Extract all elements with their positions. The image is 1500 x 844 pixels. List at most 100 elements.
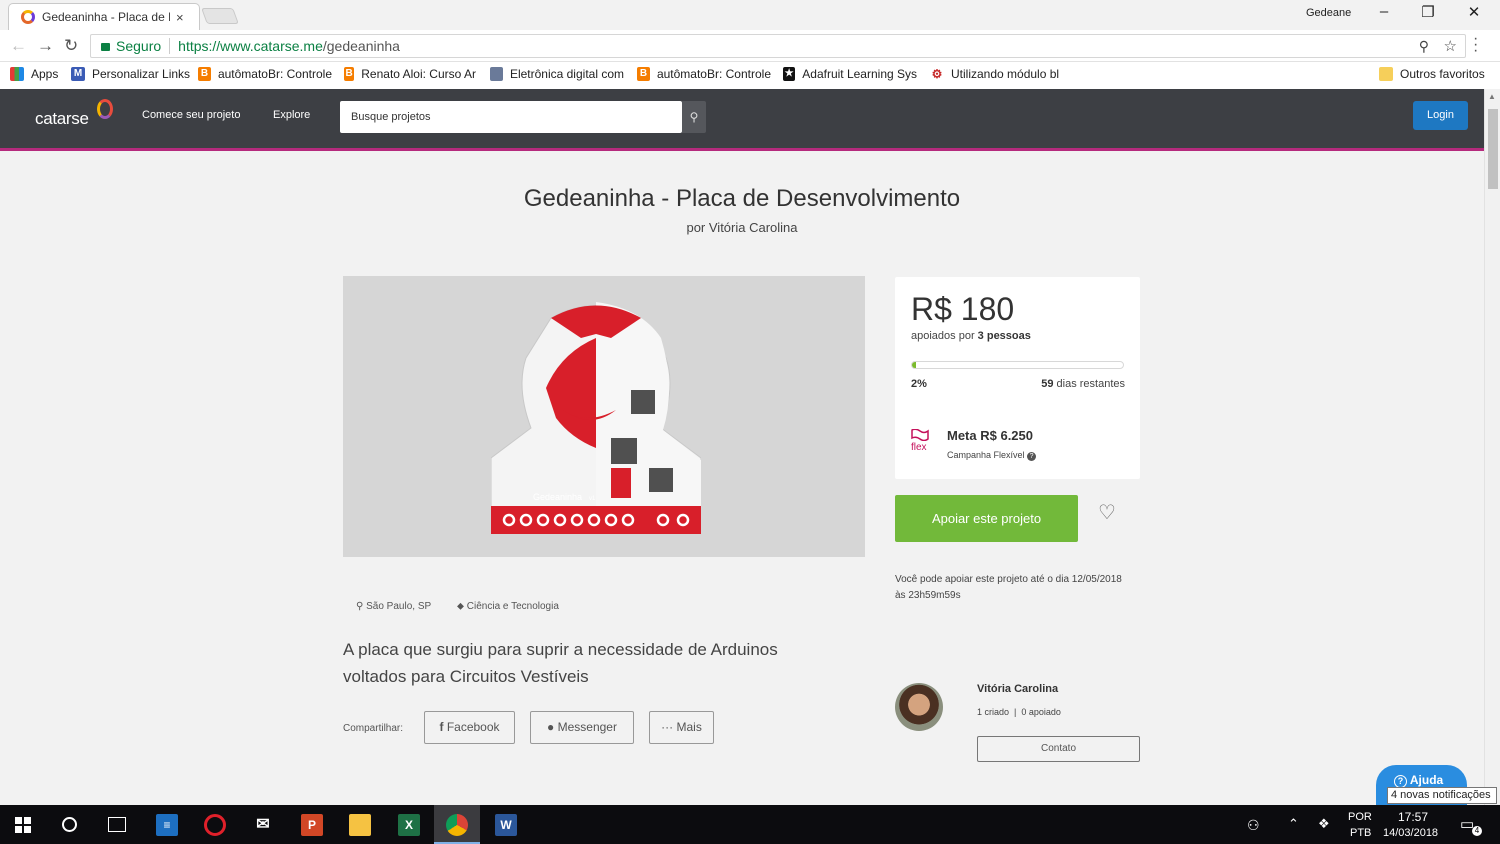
address-bar[interactable]: Seguro https://www.catarse.me/gedeaninha… xyxy=(90,34,1466,58)
bookmark-adafruit[interactable]: ★ Adafruit Learning Sys xyxy=(783,67,917,81)
windows-taskbar: ≡ ✉ P X W ⚇ ⌃ ❖ POR PTB 17:57 14/03/2018… xyxy=(0,805,1500,844)
bookmark-label: autômatoBr: Controle xyxy=(656,67,771,81)
site-header: catarse Comece seu projeto Explore Busqu… xyxy=(0,89,1484,151)
minimize-icon[interactable]: – xyxy=(1369,3,1399,20)
goal-amount: Meta R$ 6.250 xyxy=(947,428,1033,443)
project-headline: A placa que surgiu para suprir a necessi… xyxy=(343,640,778,686)
flag-icon xyxy=(911,428,929,442)
bookmark-automatobr-2[interactable]: B autômatoBr: Controle xyxy=(637,67,771,81)
opera-icon[interactable] xyxy=(204,814,226,836)
search-icon[interactable]: ⚲ xyxy=(682,101,706,133)
share-label: Compartilhar: xyxy=(343,723,404,734)
campaign-type: Campanha Flexível ? xyxy=(947,450,1037,461)
map-pin-icon: ⚲ xyxy=(356,601,364,612)
bookmark-label: Outros favoritos xyxy=(1400,67,1485,81)
new-tab-button[interactable] xyxy=(201,8,239,24)
reload-icon[interactable]: ↻ xyxy=(64,36,78,56)
bookmark-renato-aloi[interactable]: B Renato Aloi: Curso Ar xyxy=(344,67,476,81)
bookmark-apps[interactable]: Apps xyxy=(10,67,58,81)
bookmark-automatobr-1[interactable]: B autômatoBr: Controle xyxy=(198,67,332,81)
bookmark-label: Eletrônica digital com xyxy=(509,67,624,81)
mail-icon[interactable]: ✉ xyxy=(252,814,274,836)
share-messenger-button[interactable]: ● Messenger xyxy=(530,711,634,744)
share-messenger-label: Messenger xyxy=(557,720,617,734)
heart-icon[interactable]: ♡ xyxy=(1098,500,1116,525)
bookmark-other-folder[interactable]: Outros favoritos xyxy=(1379,67,1485,81)
nav-explore[interactable]: Explore xyxy=(273,109,310,121)
share-more-button[interactable]: ··· Mais xyxy=(649,711,714,744)
question-icon[interactable]: ? xyxy=(1027,452,1037,461)
backers-line: apoiados por 3 pessoas xyxy=(911,330,1031,342)
powerpoint-icon[interactable]: P xyxy=(301,814,323,836)
backers-count: 3 pessoas xyxy=(977,330,1031,342)
zoom-icon[interactable]: ⚲ xyxy=(1419,38,1429,55)
days-suffix: dias restantes xyxy=(1053,378,1126,390)
catarse-logo[interactable]: catarse xyxy=(35,99,113,129)
progress-bar xyxy=(911,361,1124,369)
amount-raised: R$ 180 xyxy=(911,291,1015,327)
excel-icon[interactable]: X xyxy=(398,814,420,836)
m-icon: M xyxy=(71,67,85,81)
folder-icon xyxy=(1379,67,1393,81)
forward-icon[interactable]: → xyxy=(37,36,54,56)
project-title: Gedeaninha - Placa de Desenvolvimento xyxy=(523,185,961,212)
people-icon[interactable]: ⚇ xyxy=(1247,817,1260,834)
language-indicator[interactable]: POR xyxy=(1348,811,1372,823)
project-image[interactable]: Gedeaninha v1 xyxy=(343,276,865,557)
task-view-icon[interactable] xyxy=(108,817,126,832)
dropbox-icon[interactable]: ❖ xyxy=(1318,816,1330,832)
browser-tab[interactable]: Gedeaninha - Placa de D × xyxy=(8,3,200,30)
support-project-button[interactable]: Apoiar este projeto xyxy=(895,495,1078,542)
back-icon[interactable]: ← xyxy=(10,36,27,56)
login-button[interactable]: Login xyxy=(1413,101,1468,130)
flex-label: flex xyxy=(911,442,927,453)
notification-count-badge: 4 xyxy=(1472,826,1482,836)
scroll-up-icon[interactable]: ▲ xyxy=(1488,92,1496,101)
progress-percent: 2% xyxy=(911,378,927,390)
bookmark-label: Apps xyxy=(31,67,59,81)
category-label: Ciência e Tecnologia xyxy=(466,601,559,612)
avatar[interactable] xyxy=(895,683,943,731)
scrollbar-thumb[interactable] xyxy=(1488,109,1498,189)
location-label: São Paulo, SP xyxy=(366,601,432,612)
tray-expand-icon[interactable]: ⌃ xyxy=(1288,816,1299,832)
bookmark-eletronica-digital[interactable]: Eletrônica digital com xyxy=(490,67,624,81)
bookmark-star-icon[interactable]: ☆ xyxy=(1444,37,1457,55)
creator-stats: 1 criado | 0 apoiado xyxy=(977,707,1061,717)
restore-icon[interactable]: ❐ xyxy=(1413,3,1443,21)
chrome-icon[interactable] xyxy=(446,814,468,836)
contact-button[interactable]: Contato xyxy=(977,736,1140,762)
creator-name[interactable]: Vitória Carolina xyxy=(977,683,1058,695)
project-author-line[interactable]: por Vitória Carolina xyxy=(0,220,1484,235)
search-input[interactable]: Busque projetos xyxy=(340,101,682,133)
keyboard-layout[interactable]: PTB xyxy=(1350,827,1371,839)
help-label: Ajuda xyxy=(1409,773,1444,787)
location-tag[interactable]: ⚲ São Paulo, SP xyxy=(356,601,431,612)
bookmark-label: autômatoBr: Controle xyxy=(217,67,332,81)
backers-prefix: apoiados por xyxy=(911,330,978,342)
adafruit-icon: ★ xyxy=(783,67,796,81)
bookmark-utilizando-modulo[interactable]: ⚙ Utilizando módulo bl xyxy=(930,67,1064,81)
bookmark-personalizar-links[interactable]: M Personalizar Links xyxy=(71,67,190,81)
category-tag[interactable]: ⬥ Ciência e Tecnologia xyxy=(457,601,559,612)
deadline-text: Você pode apoiar este projeto até o dia … xyxy=(895,574,1122,601)
file-explorer-icon[interactable] xyxy=(349,814,371,836)
catarse-favicon-icon xyxy=(21,10,35,24)
profile-name[interactable]: Gedeane xyxy=(1306,7,1351,19)
cortana-icon[interactable] xyxy=(62,817,77,832)
browser-menu-icon[interactable]: · · · xyxy=(1473,31,1478,59)
word-doc-app-icon[interactable]: ≡ xyxy=(156,814,178,836)
page-scrollbar[interactable]: ▲ xyxy=(1484,89,1500,805)
apps-icon xyxy=(10,67,24,81)
nav-start-project[interactable]: Comece seu projeto xyxy=(142,109,240,121)
window-close-icon[interactable]: ✕ xyxy=(1459,3,1489,21)
tag-icon: ⬥ xyxy=(457,601,464,612)
clock-time[interactable]: 17:57 xyxy=(1398,810,1428,824)
tab-close-icon[interactable]: × xyxy=(176,10,184,25)
clock-date[interactable]: 14/03/2018 xyxy=(1383,827,1438,839)
share-facebook-button[interactable]: f Facebook xyxy=(424,711,515,744)
gedeaninha-board-image: Gedeaninha v1 xyxy=(491,302,701,534)
windows-start-icon[interactable] xyxy=(15,817,31,833)
word-icon[interactable]: W xyxy=(495,814,517,836)
gear-icon: ⚙ xyxy=(930,67,944,81)
